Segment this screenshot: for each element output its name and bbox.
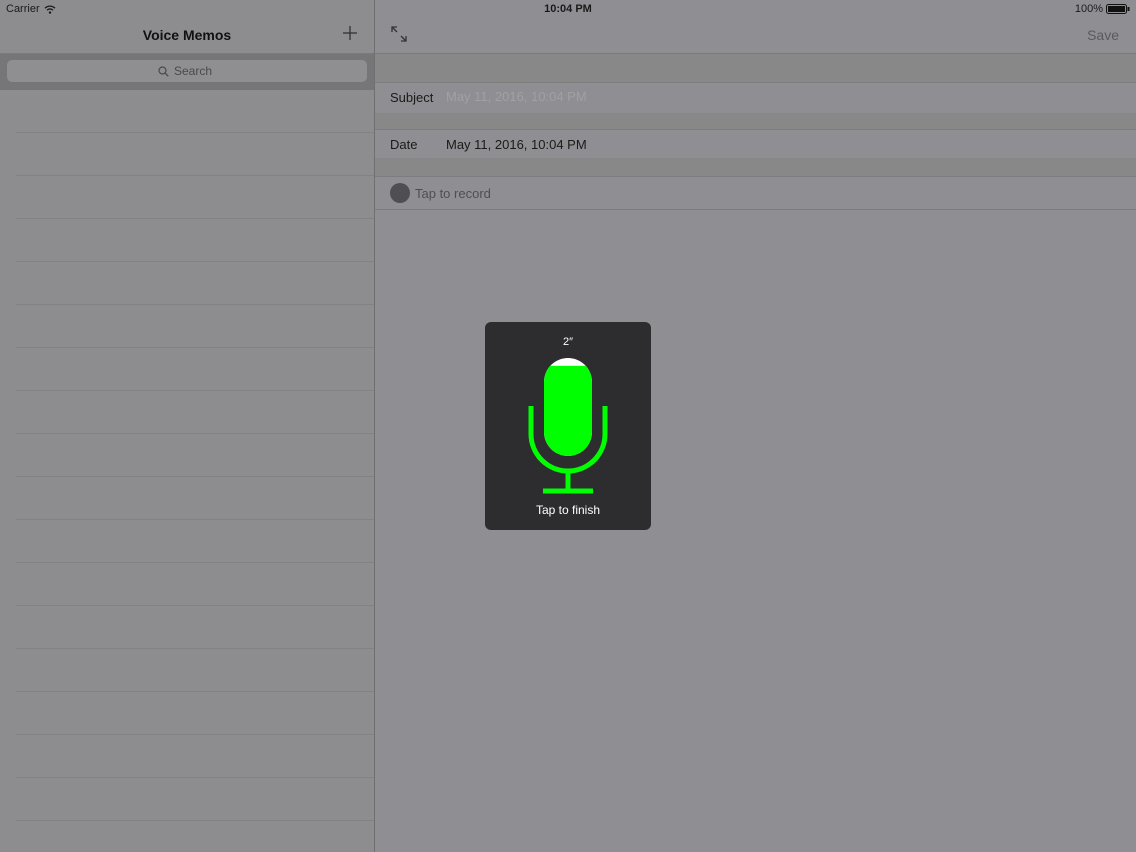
subject-label: Subject [390, 90, 434, 105]
mic-level-fill [544, 365, 592, 456]
microphone-icon [528, 358, 608, 494]
record-button-icon[interactable] [390, 183, 410, 203]
empty-list-row [16, 692, 374, 735]
empty-list-row [16, 90, 374, 133]
record-row[interactable]: Tap to record [375, 176, 1136, 210]
battery-icon [1106, 4, 1130, 14]
date-value: May 11, 2016, 10:04 PM [446, 137, 587, 152]
empty-list-row [16, 821, 374, 852]
empty-list-row [16, 219, 374, 262]
status-bar: Carrier 10:04 PM 100% [0, 0, 1136, 18]
empty-list-row [16, 434, 374, 477]
plus-icon [343, 26, 357, 40]
empty-list-row [16, 262, 374, 305]
empty-list-row [16, 477, 374, 520]
subject-row: Subject [375, 82, 1136, 114]
clock: 10:04 PM [544, 3, 592, 15]
date-row: Date May 11, 2016, 10:04 PM [375, 129, 1136, 159]
empty-list-row [16, 649, 374, 692]
record-label[interactable]: Tap to record [415, 186, 491, 201]
search-field[interactable] [7, 60, 367, 82]
magnifier-icon [158, 65, 169, 77]
battery-percent: 100% [1074, 3, 1103, 15]
elapsed-time: 2″ [562, 336, 573, 348]
save-button[interactable]: Save [1087, 27, 1119, 43]
search-input[interactable] [174, 64, 216, 78]
expand-arrows-icon [391, 26, 407, 42]
empty-list-row [16, 606, 374, 649]
ipad-screen: Voice Memos Search Save Subject May 11, … [0, 0, 1136, 852]
empty-list-row [16, 176, 374, 219]
memo-list [0, 90, 374, 852]
sidebar-navigation-bar: Voice Memos [0, 18, 374, 54]
empty-list-row [16, 778, 374, 821]
empty-list-row [16, 563, 374, 606]
empty-list-row [16, 735, 374, 778]
recording-popup[interactable]: 2″ Tap to finish [485, 322, 651, 530]
expand-button[interactable] [389, 24, 409, 44]
empty-list-row [16, 391, 374, 434]
section-spacer [375, 54, 1136, 82]
empty-list-row [16, 520, 374, 563]
empty-list-row [16, 305, 374, 348]
subject-input[interactable] [446, 89, 746, 104]
add-memo-button[interactable] [342, 24, 358, 42]
empty-list-row [16, 133, 374, 176]
memo-list-panel: Voice Memos [0, 0, 375, 852]
sidebar-title: Voice Memos [142, 27, 232, 43]
empty-list-row [16, 348, 374, 391]
search-bar [0, 54, 374, 90]
finish-label: Tap to finish [535, 503, 601, 517]
date-label: Date [390, 137, 418, 152]
detail-navigation-bar: Save [375, 18, 1136, 54]
section-spacer [375, 158, 1136, 176]
section-spacer [375, 113, 1136, 129]
battery-indicator: 100% [1075, 3, 1130, 15]
